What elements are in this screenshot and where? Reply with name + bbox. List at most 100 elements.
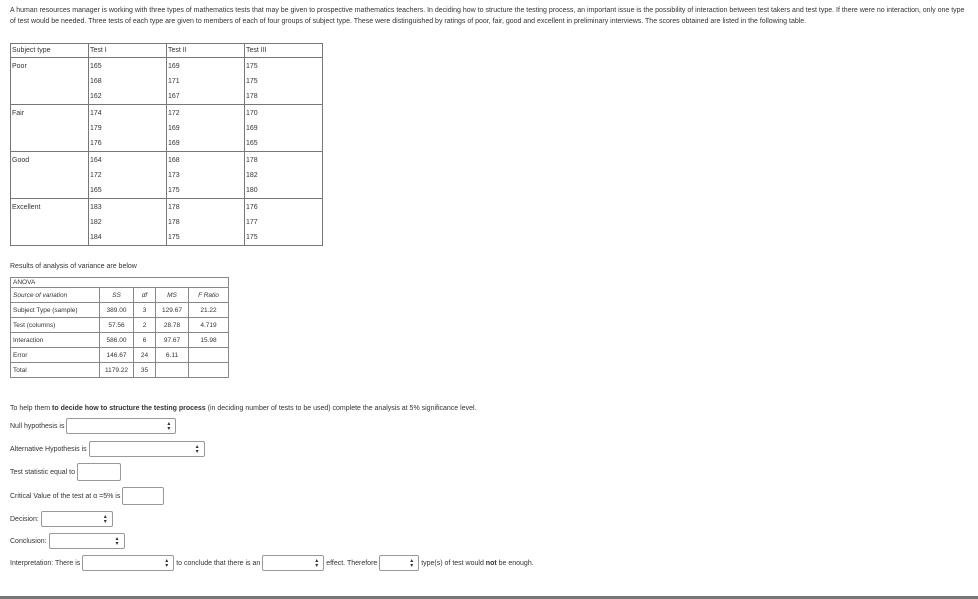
anova-ms [155,362,189,378]
interpretation-emphasis: not [485,559,497,567]
anova-row: Total 1179.22 35 [10,362,229,378]
score: 162 [90,93,102,100]
anova-ss: 57.56 [99,317,134,333]
decision-label: Decision: [10,515,39,523]
score: 165 [90,187,102,194]
score: 169 [168,125,180,132]
header-subject-type: Subject type [10,43,89,58]
score: 169 [246,125,258,132]
anova-header-row: Source of variation SS df MS F Ratio [10,287,229,303]
group-label-text: Fair [12,110,25,117]
group-label-text: Good [12,157,30,164]
test3-cell: 176 177 175 [244,198,323,246]
score: 183 [90,204,102,211]
test3-cell: 178 182 180 [244,151,323,199]
anova-header-df: df [133,287,156,303]
conclusion-select[interactable]: ▴ ▾ [48,533,125,549]
alt-hypothesis-label: Alternative Hypothesis is [10,445,87,453]
group-row-excellent: Excellent 183 182 184 178 178 175 176 177 175 [10,198,323,246]
anova-f: 15.98 [188,332,229,348]
anova-f [188,362,229,378]
anova-header-ss: SS [99,287,134,303]
group-label-text: Poor [12,63,27,70]
interpretation-text-4: type(s) of test would [421,559,486,567]
up-down-chevron-icon: ▴ ▾ [315,558,319,569]
score: 176 [90,140,102,147]
test-statistic-label: Test statistic equal to [10,468,75,476]
test1-cell: 174 179 176 [88,104,167,152]
interpretation-text-5: be enough. [496,559,534,567]
anova-ss: 389.00 [99,302,134,318]
question-text: To help them to decide how to structure … [10,405,476,412]
anova-f [188,347,229,363]
interpretation-row: Interpretation: There is ▴ ▾ to conclude … [10,555,534,571]
score: 168 [90,78,102,85]
score: 174 [90,110,102,117]
header-test-1: Test I [88,43,167,58]
anova-ss: 146.67 [99,347,134,363]
anova-source: Interaction [10,332,100,348]
anova-row: Subject Type (sample) 389.00 3 129.67 21… [10,302,229,318]
critical-value-label: Critical Value of the test at α =5% is [10,492,121,500]
question-suffix: (in deciding number of tests to be used)… [205,405,477,412]
up-down-chevron-icon: ▴ ▾ [410,558,414,569]
critical-value-input[interactable] [122,487,165,505]
score: 164 [90,157,102,164]
decision-select[interactable]: ▴ ▾ [40,511,113,527]
score: 170 [246,110,258,117]
group-label: Fair [10,104,89,152]
anova-ss: 586.00 [99,332,134,348]
group-row-fair: Fair 174 179 176 172 169 169 170 169 165 [10,104,323,152]
score: 169 [168,140,180,147]
score: 178 [168,219,180,226]
score: 168 [168,157,180,164]
anova-row: Test (columns) 57.56 2 28.78 4.719 [10,317,229,333]
group-label: Excellent [10,198,89,246]
null-hypothesis-select[interactable]: ▴ ▾ [66,418,177,434]
alt-hypothesis-select[interactable]: ▴ ▾ [88,441,205,457]
header-test-2: Test II [166,43,245,58]
score: 175 [168,234,180,241]
score: 178 [168,204,180,211]
score: 175 [246,63,258,70]
scores-table: Subject type Test I Test II Test III Poo… [10,43,323,246]
test2-cell: 169 171 167 [166,57,245,105]
score: 178 [246,157,258,164]
score: 175 [246,234,258,241]
score: 178 [246,93,258,100]
score: 169 [168,63,180,70]
group-label: Good [10,151,89,199]
alt-hypothesis-row: Alternative Hypothesis is ▴ ▾ [10,441,205,457]
anova-table: ANOVA Source of variation SS df MS F Rat… [10,277,229,378]
anova-df: 6 [133,332,156,348]
anova-ms: 28.78 [155,317,189,333]
anova-ms: 97.67 [155,332,189,348]
anova-row: Interaction 586.00 6 97.67 15.98 [10,332,229,348]
header-test-3: Test III [244,43,323,58]
test3-cell: 175 175 178 [244,57,323,105]
test-statistic-input[interactable] [76,463,121,481]
test1-cell: 183 182 184 [88,198,167,246]
interpretation-effect-select[interactable]: ▴ ▾ [262,555,325,571]
anova-f: 21.22 [188,302,229,318]
score: 165 [90,63,102,70]
score: 180 [246,187,258,194]
anova-source: Test (columns) [10,317,100,333]
score: 177 [246,219,258,226]
interpretation-text-2: to conclude that there is an [176,559,261,567]
group-row-good: Good 164 172 165 168 173 175 178 182 180 [10,151,323,199]
anova-header-source: Source of variation [10,287,100,303]
anova-header-f: F Ratio [188,287,229,303]
anova-title-row: ANOVA [10,277,229,288]
score: 179 [90,125,102,132]
score: 184 [90,234,102,241]
interpretation-text-3: effect. Therefore [326,559,378,567]
interpretation-number-select[interactable]: ▴ ▾ [379,555,420,571]
score: 173 [168,172,180,179]
anova-df: 2 [133,317,156,333]
up-down-chevron-icon: ▴ ▾ [195,444,199,455]
anova-caption: Results of analysis of variance are belo… [10,263,137,270]
interpretation-evidence-select[interactable]: ▴ ▾ [82,555,175,571]
null-hypothesis-label: Null hypothesis is [10,422,65,430]
decision-row: Decision: ▴ ▾ [10,511,113,527]
